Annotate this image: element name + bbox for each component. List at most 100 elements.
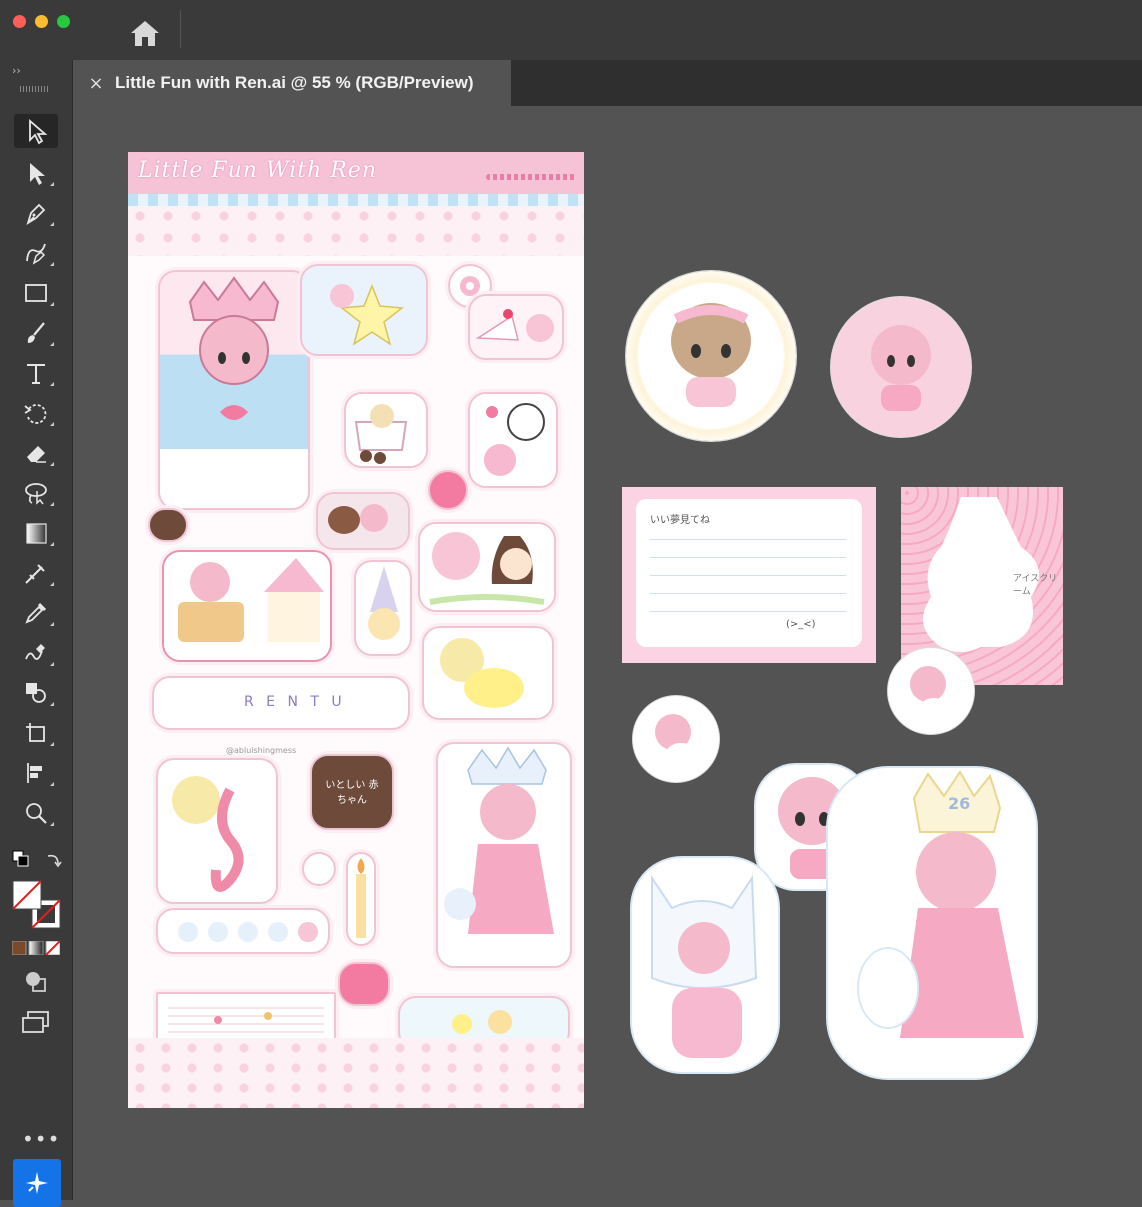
sticker-brown-star[interactable] [148,508,188,542]
sticker-party-hat[interactable] [354,560,412,656]
screen-mode-icon[interactable] [20,1008,52,1036]
sticker-teacup[interactable] [344,392,428,468]
shape-builder-tool[interactable] [14,676,58,710]
memo-line [650,593,846,594]
pen-tool[interactable] [14,196,58,230]
sticker-cat-bunny-pair[interactable] [418,522,556,612]
sticker-small-star[interactable] [302,852,336,886]
sticker-boy-crown[interactable] [158,270,310,510]
eyedropper-icon [25,602,47,624]
graph-icon [27,763,42,783]
sticker-boy-crown-large[interactable]: 26 [828,768,1036,1078]
sheet-title: Little Fun With Ren [138,158,377,183]
lasso-icon [25,483,47,505]
sparkle-icon [26,1172,48,1194]
sticker-duck-ride[interactable] [422,626,554,720]
heart-text: いとしい 赤ちゃん [325,780,379,806]
zoom-window-button[interactable] [57,15,70,28]
artboard-icon [26,723,45,742]
memo-signature: (>_<) [786,619,816,630]
gradient-icon [26,523,47,544]
blend-tool[interactable] [14,636,58,670]
memo-line [650,575,846,576]
rotate-tool[interactable] [14,396,58,430]
swap-fill-stroke-icon[interactable] [44,850,64,870]
sticker-sheet-artboard[interactable]: Little Fun With Ren R E N T U @abluishin… [128,152,584,1108]
sticker-chocolate-heart[interactable]: いとしい 赤ちゃん [310,754,394,830]
graph-tool[interactable] [14,756,58,790]
sheet-lace-top [128,206,584,256]
document-title: Little Fun with Ren.ai @ 55 % (RGB/Previ… [115,73,474,92]
sheet-wave-border [128,194,584,206]
sticker-cat-hood[interactable] [632,858,778,1072]
sticker-ghost-garland[interactable] [156,908,330,954]
color-mode-buttons[interactable] [11,940,61,956]
type-icon [27,364,45,384]
banner-letters: R E N T U [244,694,346,710]
edit-toolbar-button[interactable]: ••• [22,1127,60,1151]
sheet-header: Little Fun With Ren [128,152,584,194]
sticker-keychain[interactable] [468,392,558,488]
mesh-icon [25,564,45,584]
sticker-cake-slice[interactable] [468,294,564,360]
sticker-pillow-star[interactable] [300,264,428,356]
memo-line [650,611,846,612]
title-separator [180,10,181,48]
memo-card[interactable]: いい夢見てね (>_<) [622,487,876,663]
default-fill-stroke-icon[interactable] [12,850,30,868]
drawing-mode-icon[interactable] [22,968,50,996]
memo-line [650,539,846,540]
close-tab-icon[interactable]: × [81,73,111,94]
zoom-tool[interactable] [14,796,58,830]
sticker-bunny-duo[interactable] [316,492,410,550]
shape-builder-icon [26,683,46,703]
lasso-tool[interactable] [14,476,58,510]
sticker-boy-pink-pajamas[interactable] [436,742,572,968]
zoom-icon [26,803,47,824]
document-tab-bar: × Little Fun with Ren.ai @ 55 % (RGB/Pre… [73,60,1142,106]
eraser-icon [27,446,46,463]
selection-tool[interactable] [14,114,58,148]
minimize-window-button[interactable] [35,15,48,28]
arrow-icon [29,119,48,145]
curvature-tool[interactable] [14,236,58,270]
tools-panel: ›› ••• [0,60,73,1207]
sticker-letter-banner[interactable]: R E N T U [152,676,410,730]
fill-stroke-swatches[interactable] [12,880,62,930]
artist-credit: @abluishingmess [226,746,297,755]
sheet-lace-bottom [128,1038,584,1108]
sticker-candle[interactable] [346,852,376,946]
eyedropper-tool[interactable] [14,596,58,630]
badge-large-round[interactable] [626,271,796,441]
rotate-icon [24,404,47,424]
eraser-tool[interactable] [14,436,58,470]
panel-grip[interactable] [20,86,50,92]
blend-icon [25,644,45,660]
badge-small-round-left[interactable] [633,696,719,782]
brush-icon [27,322,45,343]
pen-icon [26,203,46,226]
curvature-icon [26,243,46,265]
gradient-tool[interactable] [14,516,58,550]
rectangle-tool[interactable] [14,276,58,310]
document-tab[interactable]: × Little Fun with Ren.ai @ 55 % (RGB/Pre… [73,60,511,106]
close-window-button[interactable] [13,15,26,28]
sticker-pink-bow[interactable] [338,962,390,1006]
direct-selection-tool[interactable] [14,156,58,190]
sticker-pancake-house[interactable] [162,550,332,662]
badge-medium-round[interactable] [831,297,971,437]
collapse-panel-icon[interactable]: ›› [12,64,21,77]
rectangle-icon [25,284,47,302]
mesh-tool[interactable] [14,556,58,590]
direct-select-icon [30,163,45,185]
type-tool[interactable] [14,356,58,390]
paintbrush-tool[interactable] [14,316,58,350]
artboard-tool[interactable] [14,716,58,750]
sticker-heart-candy[interactable] [428,470,468,510]
badge-small-round-right[interactable] [888,648,974,734]
sticker-treble-clef[interactable] [156,758,278,904]
memo-card-inner: いい夢見てね (>_<) [636,499,862,647]
title-bar [0,0,1142,61]
home-icon[interactable] [128,18,162,48]
memo-line [650,557,846,558]
